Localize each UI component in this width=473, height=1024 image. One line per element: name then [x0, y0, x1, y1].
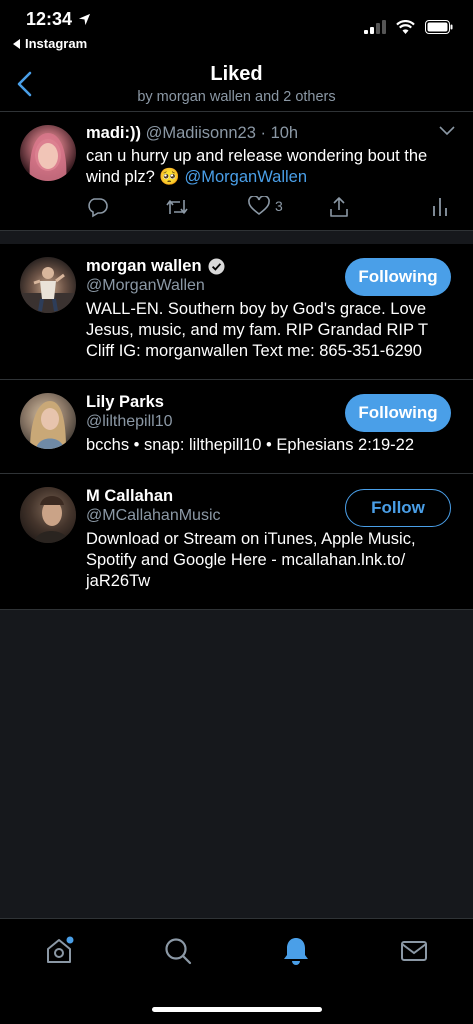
wifi-icon [396, 20, 415, 34]
dot-separator: · [255, 124, 271, 142]
location-arrow-icon [78, 13, 91, 26]
avatar-portrait [20, 267, 76, 313]
back-to-app-link[interactable]: Instagram [13, 36, 87, 51]
tweet-header: madi:)) @Madiisonn23 · 10h [86, 124, 298, 143]
avatar-portrait [30, 401, 66, 449]
user-row[interactable]: morgan wallen @MorganWallen WALL-EN. Sou… [0, 244, 473, 380]
status-icons [364, 20, 453, 34]
page-title: Liked [210, 63, 263, 85]
notifications-icon[interactable] [280, 935, 312, 967]
user-avatar[interactable] [20, 257, 76, 313]
status-time: 12:34 [26, 9, 91, 30]
verified-badge-icon [208, 258, 225, 275]
heart-icon [248, 196, 270, 216]
chevron-down-icon[interactable] [439, 126, 455, 136]
avatar-portrait [20, 487, 76, 543]
search-icon[interactable] [162, 935, 194, 967]
back-app-label: Instagram [25, 36, 88, 51]
follow-button[interactable]: Follow [345, 489, 451, 527]
page-subtitle: by morgan wallen and 2 others [137, 89, 336, 105]
user-bio: Download or Stream on iTunes, Apple Musi… [86, 530, 416, 590]
share-icon [330, 197, 348, 217]
tweet-time: 10h [270, 124, 299, 142]
tweet-author-name[interactable]: madi:)) [86, 124, 141, 142]
user-name-text: Lily Parks [86, 393, 164, 411]
user-bio: WALL-EN. Southern boy by God's grace. Lo… [86, 300, 428, 360]
user-row[interactable]: Lily Parks @lilthepill10 bcchs • snap: l… [0, 380, 473, 474]
avatar-portrait [29, 133, 67, 181]
tweet-mention-link[interactable]: @MorganWallen [185, 168, 308, 186]
reply-icon [88, 198, 108, 218]
messages-icon[interactable] [398, 935, 430, 967]
analytics-icon [433, 198, 447, 216]
following-button[interactable]: Following [345, 258, 451, 296]
home-indicator [152, 1007, 322, 1012]
user-handle: @MorganWallen [86, 277, 205, 294]
user-bio: bcchs • snap: lilthepill10 • Ephesians 2… [86, 436, 415, 454]
user-name[interactable]: morgan wallen [86, 257, 225, 276]
user-name[interactable]: Lily Parks [86, 393, 164, 412]
following-button[interactable]: Following [345, 394, 451, 432]
user-handle: @lilthepill10 [86, 413, 173, 430]
tweet-avatar[interactable] [20, 125, 76, 181]
battery-icon [425, 20, 453, 34]
user-name-text: morgan wallen [86, 257, 202, 275]
user-row[interactable]: M Callahan @MCallahanMusic Download or S… [0, 474, 473, 610]
analytics-button[interactable] [432, 196, 448, 218]
user-avatar[interactable] [20, 487, 76, 543]
like-count: 3 [275, 198, 283, 214]
tweet-actions: 3 [86, 196, 456, 220]
back-triangle-icon [13, 38, 20, 49]
time-label: 12:34 [26, 9, 73, 29]
retweet-icon [166, 200, 188, 214]
home-icon[interactable] [43, 935, 75, 967]
user-handle: @MCallahanMusic [86, 507, 221, 524]
user-name-text: M Callahan [86, 487, 174, 505]
retweet-button[interactable] [164, 196, 190, 218]
tweet[interactable]: madi:)) @Madiisonn23 · 10h can u hurry u… [0, 112, 473, 230]
share-button[interactable] [328, 196, 350, 218]
section-divider [0, 230, 473, 244]
nav-header: Liked by morgan wallen and 2 others [0, 58, 473, 112]
user-avatar[interactable] [20, 393, 76, 449]
status-bar: 12:34 Instagram [0, 0, 473, 58]
reply-button[interactable] [86, 196, 108, 218]
signal-icon [364, 20, 386, 34]
tweet-text: can u hurry up and release wondering bou… [86, 146, 456, 188]
user-name[interactable]: M Callahan [86, 487, 173, 506]
like-button[interactable]: 3 [248, 196, 283, 216]
tweet-author-handle: @Madiisonn23 [145, 124, 256, 142]
